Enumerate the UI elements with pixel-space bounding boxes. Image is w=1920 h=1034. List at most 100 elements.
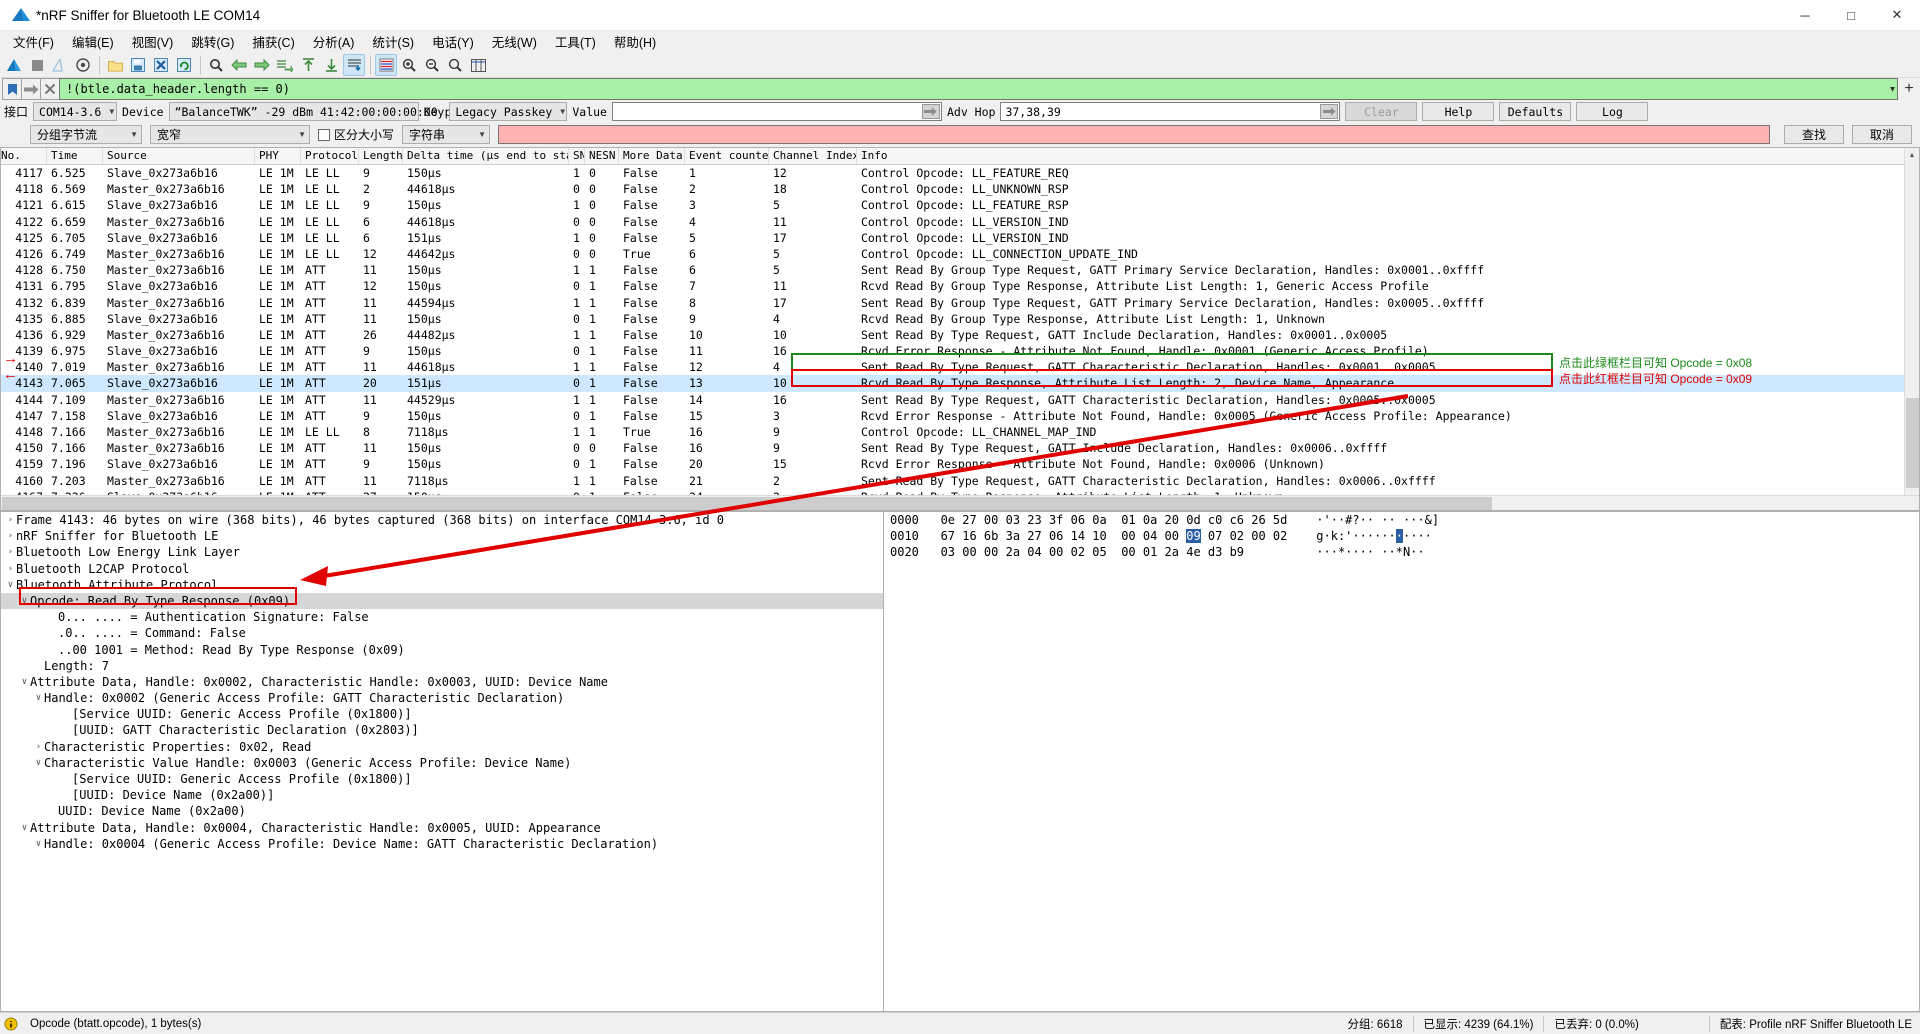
detail-tree-item[interactable]: › Characteristic Properties: 0x02, Read bbox=[1, 739, 883, 755]
adv-hop-apply-icon[interactable] bbox=[1320, 104, 1339, 119]
zoom-in-icon[interactable] bbox=[398, 54, 420, 76]
close-file-icon[interactable] bbox=[150, 54, 172, 76]
column-header-more-data[interactable]: More Data bbox=[619, 148, 685, 164]
menu-telephony[interactable]: 电话(Y) bbox=[423, 30, 483, 54]
detail-tree-item[interactable]: ∨ Bluetooth Attribute Protocol bbox=[1, 577, 883, 593]
table-row[interactable]: 4132 6.839 Master_0x273a6b16 LE 1M ATT 11 4459… bbox=[1, 295, 1919, 311]
column-header-protocol[interactable]: Protocol bbox=[301, 148, 359, 164]
capture-options-icon[interactable] bbox=[72, 54, 94, 76]
sniffer-defaults-button[interactable]: Defaults bbox=[1499, 102, 1572, 121]
detail-tree-item[interactable]: ∨ Attribute Data, Handle: 0x0002, Charact… bbox=[1, 674, 883, 690]
key-combo[interactable]: Legacy Passkey ▼ bbox=[449, 102, 568, 121]
chevron-right-icon[interactable]: › bbox=[5, 528, 16, 544]
value-apply-icon[interactable] bbox=[921, 104, 940, 119]
save-file-icon[interactable] bbox=[127, 54, 149, 76]
detail-tree-item[interactable]: ∨ Handle: 0x0002 (Generic Access Profile:… bbox=[1, 690, 883, 706]
column-header-phy[interactable]: PHY bbox=[255, 148, 301, 164]
chevron-right-icon[interactable]: › bbox=[5, 512, 16, 528]
detail-tree-item[interactable]: › Bluetooth Low Energy Link Layer bbox=[1, 544, 883, 560]
table-row[interactable]: 4121 6.615 Slave_0x273a6b16 LE 1M LE LL 9 150µ… bbox=[1, 197, 1919, 213]
chevron-right-icon[interactable]: › bbox=[33, 739, 44, 755]
display-filter-input[interactable]: !(btle.data_header.length == 0) ▼ bbox=[59, 78, 1898, 100]
table-row[interactable]: 4144 7.109 Master_0x273a6b16 LE 1M ATT 11 4452… bbox=[1, 392, 1919, 408]
chevron-down-icon[interactable]: ∨ bbox=[19, 674, 30, 690]
menu-go[interactable]: 跳转(G) bbox=[182, 30, 243, 54]
table-row[interactable]: 4118 6.569 Master_0x273a6b16 LE 1M LE LL 2 446… bbox=[1, 181, 1919, 197]
detail-tree-item[interactable]: [Service UUID: Generic Access Profile (0… bbox=[1, 706, 883, 722]
filter-dropdown-icon[interactable]: ▼ bbox=[1890, 85, 1895, 94]
detail-tree-item[interactable]: [UUID: Device Name (0x2a00)] bbox=[1, 787, 883, 803]
zoom-out-icon[interactable] bbox=[421, 54, 443, 76]
find-filter-combo[interactable]: 宽窄 ▼ bbox=[150, 125, 310, 144]
find-case-checkbox[interactable]: 区分大小写 bbox=[318, 126, 394, 143]
menu-capture[interactable]: 捕获(C) bbox=[243, 30, 303, 54]
table-row[interactable]: 4122 6.659 Master_0x273a6b16 LE 1M LE LL 6 446… bbox=[1, 214, 1919, 230]
menu-wireless[interactable]: 无线(W) bbox=[483, 30, 546, 54]
adv-hop-input[interactable]: 37,38,39 bbox=[1000, 102, 1341, 121]
zoom-reset-icon[interactable] bbox=[444, 54, 466, 76]
packet-list-rows[interactable]: 4117 6.525 Slave_0x273a6b16 LE 1M LE LL 9 150µ… bbox=[1, 165, 1919, 495]
table-row[interactable]: 4136 6.929 Master_0x273a6b16 LE 1M ATT 26 4448… bbox=[1, 327, 1919, 343]
packet-list-pane[interactable]: No. Time Source PHY Protocol Length Delt… bbox=[0, 147, 1920, 511]
find-query-input[interactable] bbox=[498, 125, 1770, 144]
chevron-down-icon[interactable]: ∨ bbox=[19, 820, 30, 836]
column-header-sn[interactable]: SN bbox=[569, 148, 585, 164]
detail-tree-item[interactable]: › nRF Sniffer for Bluetooth LE bbox=[1, 528, 883, 544]
resize-columns-icon[interactable] bbox=[467, 54, 489, 76]
reload-file-icon[interactable] bbox=[173, 54, 195, 76]
table-row[interactable]: 4128 6.750 Master_0x273a6b16 LE 1M ATT 11 150µ… bbox=[1, 262, 1919, 278]
table-row[interactable]: 4126 6.749 Master_0x273a6b16 LE 1M LE LL 12 44… bbox=[1, 246, 1919, 262]
chevron-down-icon[interactable]: ∨ bbox=[33, 755, 44, 771]
stop-capture-icon[interactable] bbox=[26, 54, 48, 76]
chevron-down-icon[interactable]: ∨ bbox=[33, 690, 44, 706]
status-info-icon[interactable] bbox=[0, 1017, 22, 1031]
column-header-event-counter[interactable]: Event counter bbox=[685, 148, 769, 164]
sniffer-clear-button[interactable]: Clear bbox=[1345, 102, 1418, 121]
column-header-time[interactable]: Time bbox=[47, 148, 103, 164]
detail-tree-item[interactable]: › Bluetooth L2CAP Protocol bbox=[1, 561, 883, 577]
packet-detail-tree[interactable]: › Frame 4143: 46 bytes on wire (368 bits)… bbox=[1, 512, 883, 852]
auto-scroll-icon[interactable] bbox=[343, 54, 365, 76]
column-header-source[interactable]: Source bbox=[103, 148, 255, 164]
table-row[interactable]: 4131 6.795 Slave_0x273a6b16 LE 1M ATT 12 150µs… bbox=[1, 278, 1919, 294]
go-to-packet-icon[interactable] bbox=[274, 54, 296, 76]
menu-file[interactable]: 文件(F) bbox=[4, 30, 63, 54]
menu-analyze[interactable]: 分析(A) bbox=[304, 30, 364, 54]
restart-capture-icon[interactable] bbox=[49, 54, 71, 76]
filter-apply-icon[interactable] bbox=[21, 78, 41, 100]
column-header-no[interactable]: No. bbox=[1, 148, 47, 164]
scroll-thumb[interactable] bbox=[1906, 398, 1919, 488]
filter-clear-icon[interactable] bbox=[40, 78, 60, 100]
column-header-nesn[interactable]: NESN bbox=[585, 148, 619, 164]
detail-tree-item[interactable]: › Frame 4143: 46 bytes on wire (368 bits)… bbox=[1, 512, 883, 528]
menu-statistics[interactable]: 统计(S) bbox=[363, 30, 423, 54]
table-row[interactable]: 4135 6.885 Slave_0x273a6b16 LE 1M ATT 11 150µs… bbox=[1, 311, 1919, 327]
detail-tree-item[interactable]: Length: 7 bbox=[1, 658, 883, 674]
detail-tree-item[interactable]: ∨ Characteristic Value Handle: 0x0003 (Ge… bbox=[1, 755, 883, 771]
find-type-combo[interactable]: 字符串 ▼ bbox=[402, 125, 491, 144]
table-row[interactable]: 4159 7.196 Slave_0x273a6b16 LE 1M ATT 9 150µs 0… bbox=[1, 456, 1919, 472]
packet-list-horizontal-scrollbar[interactable] bbox=[1, 495, 1919, 510]
detail-tree-item[interactable]: [Service UUID: Generic Access Profile (0… bbox=[1, 771, 883, 787]
detail-tree-item[interactable]: UUID: Device Name (0x2a00) bbox=[1, 803, 883, 819]
hex-dump-row[interactable]: 0000 0e 27 00 03 23 3f 06 0a 01 0a 20 0d… bbox=[884, 512, 1919, 528]
start-capture-icon[interactable] bbox=[3, 54, 25, 76]
hex-dump[interactable]: 0000 0e 27 00 03 23 3f 06 0a 01 0a 20 0d… bbox=[884, 512, 1919, 561]
table-row[interactable]: 4147 7.158 Slave_0x273a6b16 LE 1M ATT 9 150µs 0… bbox=[1, 408, 1919, 424]
packet-list-vertical-scrollbar[interactable]: ▲ ▼ bbox=[1904, 148, 1919, 510]
detail-tree-item[interactable]: ∨ Opcode: Read By Type Response (0x09) bbox=[1, 592, 883, 610]
detail-tree-item[interactable]: ∨ Attribute Data, Handle: 0x0004, Charact… bbox=[1, 820, 883, 836]
table-row[interactable]: 4117 6.525 Slave_0x273a6b16 LE 1M LE LL 9 150µ… bbox=[1, 165, 1919, 181]
column-header-info[interactable]: Info bbox=[857, 148, 1919, 164]
menu-tools[interactable]: 工具(T) bbox=[546, 30, 605, 54]
find-button[interactable]: 查找 bbox=[1784, 125, 1844, 144]
colorize-packets-icon[interactable] bbox=[375, 54, 397, 76]
maximize-button[interactable]: □ bbox=[1828, 0, 1874, 31]
menu-help[interactable]: 帮助(H) bbox=[605, 30, 665, 54]
device-combo[interactable]: “BalanceTWK” -29 dBm 41:42:00:00:00:00 p… bbox=[168, 102, 499, 121]
filter-bookmark-icon[interactable] bbox=[2, 78, 22, 100]
go-first-packet-icon[interactable] bbox=[297, 54, 319, 76]
sniffer-help-button[interactable]: Help bbox=[1422, 102, 1495, 121]
close-button[interactable]: ✕ bbox=[1874, 0, 1920, 31]
go-back-icon[interactable] bbox=[228, 54, 250, 76]
